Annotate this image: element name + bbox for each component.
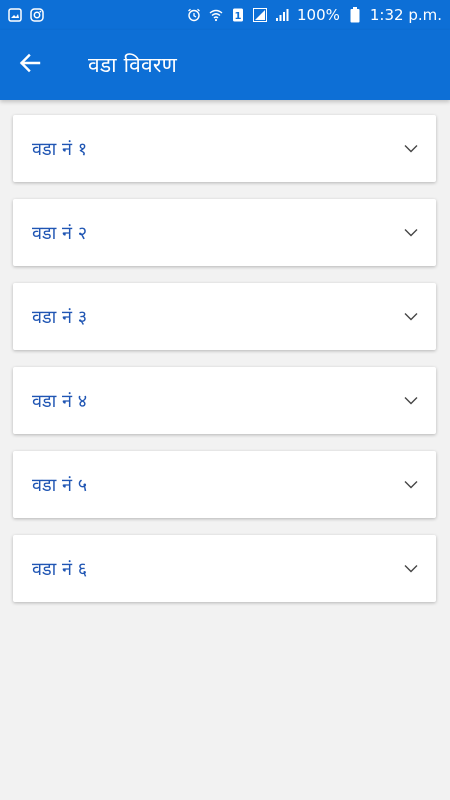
page-title: वडा विवरण	[88, 53, 177, 77]
app-bar: वडा विवरण	[0, 30, 450, 100]
ward-label: वडा नं २	[32, 222, 88, 244]
ward-label: वडा नं ४	[32, 390, 88, 412]
status-right: 1 100% 1:32 p.m.	[187, 5, 442, 24]
status-bar: 1 100% 1:32 p.m.	[0, 0, 450, 30]
status-time: 1:32 p.m.	[369, 5, 442, 24]
ward-label: वडा नं १	[32, 138, 88, 160]
signal-bars-icon	[275, 8, 289, 22]
alarm-icon	[187, 8, 201, 22]
gallery-notification-icon	[8, 8, 22, 22]
ward-label: वडा नं ६	[32, 558, 88, 580]
ward-item-1[interactable]: वडा नं १	[13, 115, 436, 182]
chevron-down-icon	[404, 142, 418, 156]
chevron-down-icon	[404, 226, 418, 240]
chevron-down-icon	[404, 310, 418, 324]
back-button[interactable]	[0, 30, 60, 100]
battery-icon	[348, 7, 362, 23]
chevron-down-icon	[404, 394, 418, 408]
ward-label: वडा नं ३	[32, 306, 88, 328]
chevron-down-icon	[404, 562, 418, 576]
battery-percent: 100%	[296, 5, 340, 24]
status-left	[8, 8, 44, 22]
chevron-down-icon	[404, 478, 418, 492]
instagram-notification-icon	[30, 8, 44, 22]
ward-item-6[interactable]: वडा नं ६	[13, 535, 436, 602]
ward-item-3[interactable]: वडा नं ३	[13, 283, 436, 350]
ward-label: वडा नं ५	[32, 474, 88, 496]
sim-label: 1	[235, 11, 242, 22]
wifi-icon	[209, 8, 223, 22]
ward-item-5[interactable]: वडा नं ५	[13, 451, 436, 518]
sim-icon: 1	[231, 8, 245, 22]
back-arrow-icon	[19, 52, 41, 78]
ward-list: वडा नं १ वडा नं २ वडा नं ३ वडा नं ४ वडा …	[13, 115, 436, 619]
ward-item-4[interactable]: वडा नं ४	[13, 367, 436, 434]
ward-item-2[interactable]: वडा नं २	[13, 199, 436, 266]
signal-icon	[252, 8, 267, 22]
